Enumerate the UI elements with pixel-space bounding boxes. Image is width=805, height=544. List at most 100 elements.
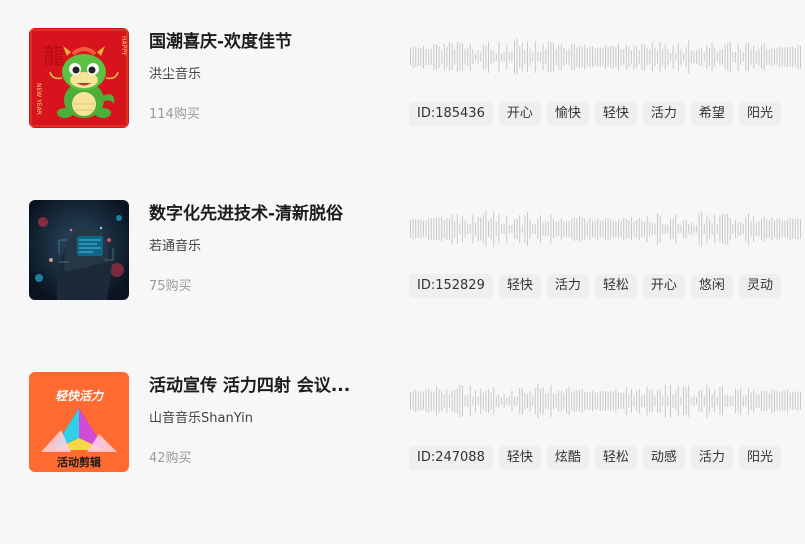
waveform-bar bbox=[524, 49, 526, 65]
waveform-bar bbox=[599, 47, 601, 67]
track-artist[interactable]: 若通音乐 bbox=[149, 238, 201, 256]
waveform-bar bbox=[545, 50, 547, 64]
waveform-bar bbox=[560, 390, 562, 412]
mood-tag[interactable]: 活力 bbox=[642, 102, 685, 126]
cover-text-top: 轻快活力 bbox=[55, 389, 105, 403]
waveform-bar bbox=[724, 213, 726, 245]
mood-tag[interactable]: 炫酷 bbox=[546, 446, 589, 470]
waveform-bar bbox=[625, 44, 627, 70]
waveform-bar bbox=[657, 389, 658, 413]
track-title[interactable]: 国潮喜庆-欢度佳节 bbox=[149, 30, 364, 54]
mood-tag[interactable]: 轻快 bbox=[594, 102, 637, 126]
waveform-bar bbox=[464, 395, 466, 407]
waveform-bar bbox=[573, 217, 575, 241]
track-artist[interactable]: 洪尘音乐 bbox=[149, 66, 201, 84]
track-title[interactable]: 数字化先进技术-清新脱俗 bbox=[149, 202, 364, 226]
mood-tag[interactable]: 灵动 bbox=[738, 274, 781, 298]
track-id-tag: ID:152829 bbox=[409, 274, 493, 298]
waveform-bar bbox=[550, 42, 552, 72]
track-cover[interactable]: 轻快活力 活动剪辑 bbox=[29, 372, 129, 472]
waveform-bar bbox=[519, 215, 521, 243]
waveform[interactable] bbox=[410, 208, 805, 250]
waveform-bar bbox=[508, 52, 510, 62]
waveform-bar bbox=[623, 393, 625, 409]
mood-tag[interactable]: 活力 bbox=[690, 446, 733, 470]
waveform-bar bbox=[761, 391, 762, 411]
mood-tag[interactable]: 轻松 bbox=[594, 446, 637, 470]
waveform-bar bbox=[628, 394, 630, 408]
waveform-bar bbox=[594, 220, 596, 238]
track-item[interactable]: 轻快活力 活动剪辑 活动宣传 活力四射 会议... 山音音乐ShanYin 42… bbox=[0, 372, 805, 472]
mood-tag[interactable]: 活力 bbox=[546, 274, 589, 298]
mood-tag[interactable]: 轻快 bbox=[498, 274, 541, 298]
waveform-bar bbox=[742, 395, 744, 407]
waveform-bar bbox=[612, 391, 614, 411]
mood-tag[interactable]: 阳光 bbox=[738, 102, 781, 126]
waveform-bar bbox=[506, 397, 508, 405]
waveform-bar bbox=[740, 49, 742, 65]
waveform-bar bbox=[534, 224, 536, 234]
waveform-bar bbox=[571, 43, 573, 71]
track-item[interactable]: 龍 NEW YEAR HAPPY 国潮喜庆-欢度佳节 洪尘音乐 114购买 ID… bbox=[0, 28, 805, 128]
waveform-bar bbox=[490, 49, 492, 65]
waveform-bar bbox=[729, 41, 731, 73]
waveform-bar bbox=[563, 220, 565, 238]
waveform-bar bbox=[768, 393, 770, 409]
waveform-bar bbox=[766, 219, 768, 239]
waveform-bar bbox=[800, 45, 801, 69]
waveform-bar bbox=[787, 389, 788, 413]
waveform[interactable] bbox=[410, 380, 805, 422]
waveform-bar bbox=[737, 43, 739, 71]
waveform-bar bbox=[800, 219, 801, 239]
waveform[interactable] bbox=[410, 36, 805, 78]
mood-tag[interactable]: 希望 bbox=[690, 102, 733, 126]
waveform-bar bbox=[516, 218, 518, 240]
track-artist[interactable]: 山音音乐ShanYin bbox=[149, 410, 253, 428]
waveform-bar bbox=[740, 387, 742, 415]
waveform-bar bbox=[558, 390, 560, 412]
waveform-bar bbox=[441, 391, 443, 411]
waveform-bar bbox=[584, 392, 586, 410]
waveform-bar bbox=[636, 219, 638, 239]
track-cover[interactable] bbox=[29, 200, 129, 300]
waveform-bar bbox=[456, 214, 458, 244]
waveform-bar bbox=[794, 48, 796, 66]
waveform-bar bbox=[748, 213, 749, 245]
waveform-bar bbox=[594, 48, 596, 66]
waveform-bar bbox=[716, 52, 718, 62]
waveform-bar bbox=[789, 47, 791, 67]
track-list: 龍 NEW YEAR HAPPY 国潮喜庆-欢度佳节 洪尘音乐 114购买 ID… bbox=[0, 0, 805, 544]
waveform-bar bbox=[701, 47, 703, 67]
mood-tag[interactable]: 愉快 bbox=[546, 102, 589, 126]
track-title[interactable]: 活动宣传 活力四射 会议... bbox=[149, 374, 364, 398]
waveform-bar bbox=[615, 220, 617, 238]
waveform-bar bbox=[446, 389, 448, 413]
waveform-bar bbox=[433, 218, 435, 240]
mood-tag[interactable]: 阳光 bbox=[738, 446, 781, 470]
waveform-bar bbox=[768, 220, 770, 238]
waveform-bar bbox=[558, 221, 560, 237]
waveform-bar bbox=[727, 44, 729, 70]
waveform-bar bbox=[550, 214, 552, 244]
waveform-bar bbox=[555, 221, 557, 237]
waveform-bar bbox=[475, 222, 476, 236]
mood-tag[interactable]: 轻松 bbox=[594, 274, 637, 298]
waveform-bar bbox=[493, 51, 495, 63]
waveform-bar bbox=[464, 49, 466, 65]
waveform-bar bbox=[659, 389, 661, 413]
waveform-bar bbox=[706, 384, 708, 418]
track-item[interactable]: 数字化先进技术-清新脱俗 若通音乐 75购买 ID:152829 轻快 活力 轻… bbox=[0, 200, 805, 300]
mood-tag[interactable]: 开心 bbox=[642, 274, 685, 298]
waveform-bar bbox=[480, 217, 482, 241]
waveform-bar bbox=[438, 389, 440, 413]
waveform-bar bbox=[698, 48, 700, 66]
mood-tag[interactable]: 轻快 bbox=[498, 446, 541, 470]
waveform-bar bbox=[690, 50, 692, 64]
waveform-bar bbox=[703, 395, 705, 407]
mood-tag[interactable]: 动感 bbox=[642, 446, 685, 470]
mood-tag[interactable]: 悠闲 bbox=[690, 274, 733, 298]
waveform-bar bbox=[527, 211, 528, 247]
waveform-bar bbox=[589, 217, 591, 241]
track-cover[interactable]: 龍 NEW YEAR HAPPY bbox=[29, 28, 129, 128]
mood-tag[interactable]: 开心 bbox=[498, 102, 541, 126]
